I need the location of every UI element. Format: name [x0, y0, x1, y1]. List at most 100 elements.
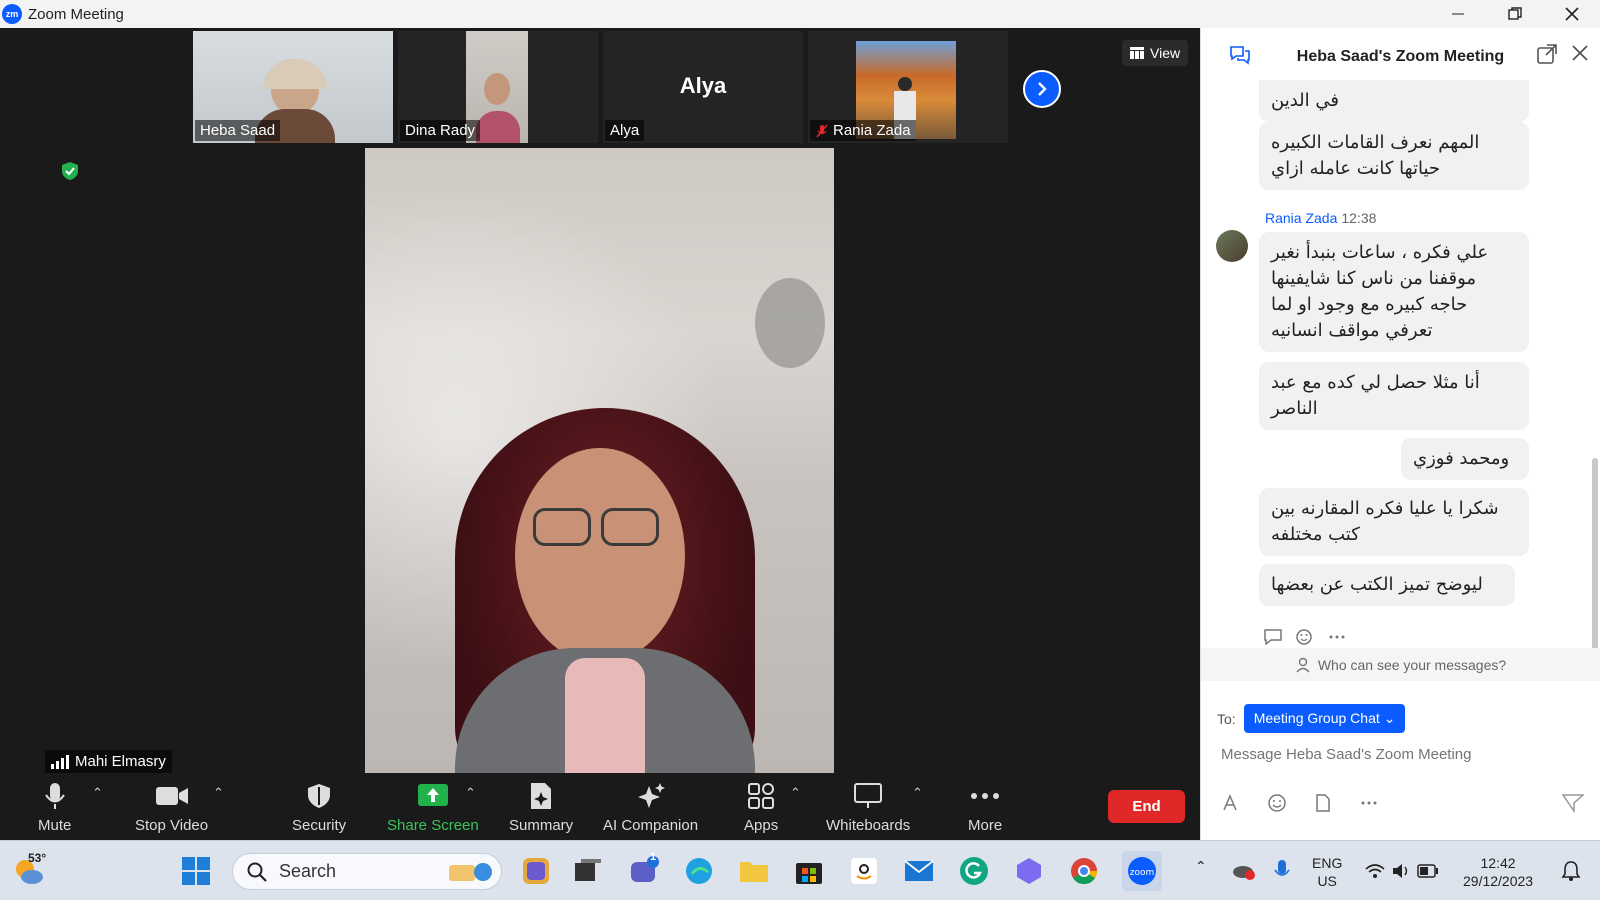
participant-tile-rania-zada[interactable]: Rania Zada — [808, 31, 1008, 143]
ai-companion-button[interactable]: AI Companion — [603, 781, 698, 834]
copilot-app-icon[interactable] — [520, 855, 552, 887]
participant-tile-dina-rady[interactable]: Dina Rady — [398, 31, 598, 143]
emoji-icon[interactable] — [1267, 793, 1287, 813]
chat-message: ومحمد فوزي — [1401, 438, 1529, 480]
end-meeting-button[interactable]: End — [1108, 790, 1185, 823]
windows-taskbar: 53° Search 1 zoom ⌃ ENG US 12:42 29/12/2… — [0, 840, 1600, 900]
recipient-dropdown[interactable]: Meeting Group Chat ⌄ — [1243, 704, 1406, 733]
language-code: ENG — [1312, 855, 1343, 871]
file-explorer-icon[interactable] — [738, 855, 770, 887]
sender-avatar[interactable] — [1216, 230, 1248, 262]
add-reaction-icon[interactable] — [1295, 628, 1315, 646]
more-button[interactable]: More — [968, 781, 1002, 834]
minimize-icon — [1451, 13, 1464, 15]
edge-icon — [686, 858, 712, 884]
notifications-button[interactable] — [1555, 855, 1587, 887]
participant-tile-alya[interactable]: Alya Alya — [603, 31, 803, 143]
apps-label: Apps — [744, 817, 779, 834]
format-text-icon[interactable] — [1221, 793, 1241, 813]
start-button[interactable] — [180, 855, 212, 887]
participant-name: Dina Rady — [405, 122, 476, 139]
mic-tray-icon — [1274, 860, 1290, 876]
active-speaker-tag: Mahi Elmasry — [45, 750, 172, 773]
sender-name: Rania Zada — [1265, 210, 1338, 226]
security-label: Security — [292, 817, 347, 834]
chat-message: المهم نعرف القامات الكبيره حياتها كانت ع… — [1259, 122, 1529, 190]
restore-button[interactable] — [1486, 0, 1543, 28]
who-can-see-messages[interactable]: Who can see your messages? — [1201, 648, 1600, 681]
chat-sender: Rania Zada 12:38 — [1265, 210, 1376, 226]
reply-icon[interactable] — [1263, 628, 1283, 646]
system-tray-quick-settings[interactable] — [1362, 855, 1442, 887]
task-view-icon[interactable] — [572, 855, 604, 887]
window-title: Zoom Meeting — [28, 5, 124, 23]
mic-muted-icon — [816, 124, 828, 137]
who-can-see-label: Who can see your messages? — [1317, 656, 1507, 673]
encryption-shield-icon[interactable] — [60, 161, 80, 181]
clock[interactable]: 12:42 29/12/2023 — [1463, 854, 1533, 890]
onedrive-status-icon[interactable] — [1228, 855, 1260, 887]
language-indicator[interactable]: ENG US — [1312, 854, 1342, 890]
chat-message: علي فكره ، ساعات بنبدأ نغير موقفنا من نا… — [1259, 232, 1529, 352]
send-icon[interactable] — [1562, 793, 1584, 813]
mute-button[interactable]: Mute — [38, 781, 71, 834]
participant-face — [484, 73, 510, 105]
video-options-caret-icon[interactable]: ⌃ — [213, 785, 224, 801]
windows-logo-icon — [182, 857, 210, 885]
teams-chat-icon[interactable]: 1 — [628, 851, 660, 887]
chat-badge: 1 — [650, 851, 657, 863]
close-chat-icon[interactable] — [1571, 44, 1589, 62]
more-label: More — [968, 817, 1003, 834]
close-window-button[interactable] — [1543, 0, 1600, 28]
audio-options-caret-icon[interactable]: ⌃ — [92, 785, 103, 801]
message-input[interactable] — [1221, 746, 1581, 763]
more-compose-icon[interactable] — [1359, 793, 1379, 813]
hijab-shape — [263, 59, 327, 89]
title-bar: zm Zoom Meeting — [0, 0, 1600, 28]
chrome-browser-icon[interactable] — [1068, 855, 1100, 887]
summary-button[interactable]: Summary — [509, 781, 573, 834]
show-hidden-icons-caret-icon[interactable]: ⌃ — [1195, 857, 1207, 875]
summary-label: Summary — [509, 817, 574, 834]
security-button[interactable]: Security — [292, 781, 346, 834]
active-speaker-video — [365, 148, 834, 773]
whiteboards-button[interactable]: Whiteboards — [826, 781, 910, 834]
chat-message: ليوضح تميز الكتب عن بعضها — [1259, 564, 1515, 606]
chat-scrollbar[interactable] — [1592, 458, 1598, 658]
weather-temp: 53° — [28, 851, 47, 865]
mail-icon — [904, 860, 934, 881]
minimize-button[interactable] — [1429, 0, 1486, 28]
pop-out-icon[interactable] — [1537, 44, 1557, 64]
stop-video-button[interactable]: Stop Video — [135, 781, 208, 834]
more-options-icon[interactable] — [1327, 628, 1347, 646]
participant-tile-heba-saad[interactable]: Heba Saad — [193, 31, 393, 143]
meeting-area: Heba Saad Dina Rady Alya Alya Rania Zada… — [0, 28, 1200, 773]
view-button[interactable]: View — [1122, 40, 1189, 66]
participant-name-tag: Rania Zada — [810, 120, 916, 141]
apps-button[interactable]: Apps — [744, 781, 778, 834]
taskbar-search[interactable]: Search — [232, 853, 502, 890]
amazon-icon — [851, 858, 877, 884]
share-options-caret-icon[interactable]: ⌃ — [465, 785, 476, 801]
mail-app-icon[interactable] — [903, 855, 935, 887]
grammarly-icon[interactable] — [958, 855, 990, 887]
microsoft-store-icon[interactable] — [793, 855, 825, 887]
file-attach-icon[interactable] — [1313, 793, 1333, 813]
whiteboard-options-caret-icon[interactable]: ⌃ — [912, 785, 923, 801]
grid-view-icon — [1130, 47, 1144, 59]
amazon-app-icon[interactable] — [848, 855, 880, 887]
zoom-taskbar-icon[interactable]: zoom — [1122, 851, 1162, 891]
chevron-right-icon — [1038, 82, 1047, 96]
signal-strength-icon — [51, 754, 69, 769]
video-camera-icon — [155, 787, 188, 805]
microphone-tray-icon[interactable] — [1266, 855, 1298, 887]
edge-browser-icon[interactable] — [683, 855, 715, 887]
apps-options-caret-icon[interactable]: ⌃ — [790, 785, 801, 801]
glasses-left — [533, 508, 591, 546]
share-screen-label: Share Screen — [387, 817, 479, 834]
next-page-button[interactable] — [1023, 70, 1061, 108]
participant-display-name: Alya — [679, 73, 727, 98]
clock-time: 12:42 — [1480, 855, 1516, 871]
copilot-web-icon[interactable] — [1013, 855, 1045, 887]
apps-icon — [748, 783, 775, 809]
